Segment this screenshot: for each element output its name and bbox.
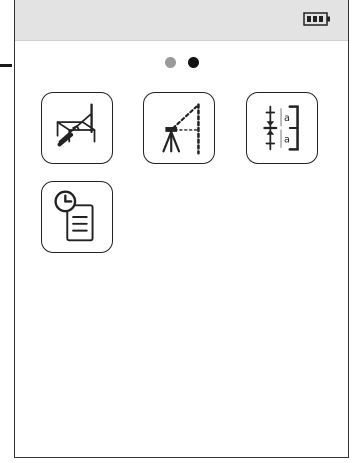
screen: a a [0,0,354,463]
page-dot-2-active[interactable] [187,57,199,68]
status-bar [15,0,348,41]
history-clock-list-icon [54,190,94,242]
callout-pointer-line [0,64,12,67]
stakeout-label-lower: a [284,135,290,146]
page-indicator [15,57,348,69]
battery-full-icon [303,12,330,26]
stakeout-button[interactable]: a a [246,92,318,164]
history-button[interactable] [41,181,113,253]
stakeout-label-upper: a [284,113,290,124]
page-dot-1[interactable] [164,57,176,68]
device-screen: a a [14,0,349,458]
inclination-measure-button[interactable] [41,92,113,164]
stakeout-distance-icon: a a [263,105,299,151]
tripod-indirect-height-icon [162,103,200,155]
inclination-measure-icon [56,103,96,147]
indirect-height-button[interactable] [143,92,215,164]
